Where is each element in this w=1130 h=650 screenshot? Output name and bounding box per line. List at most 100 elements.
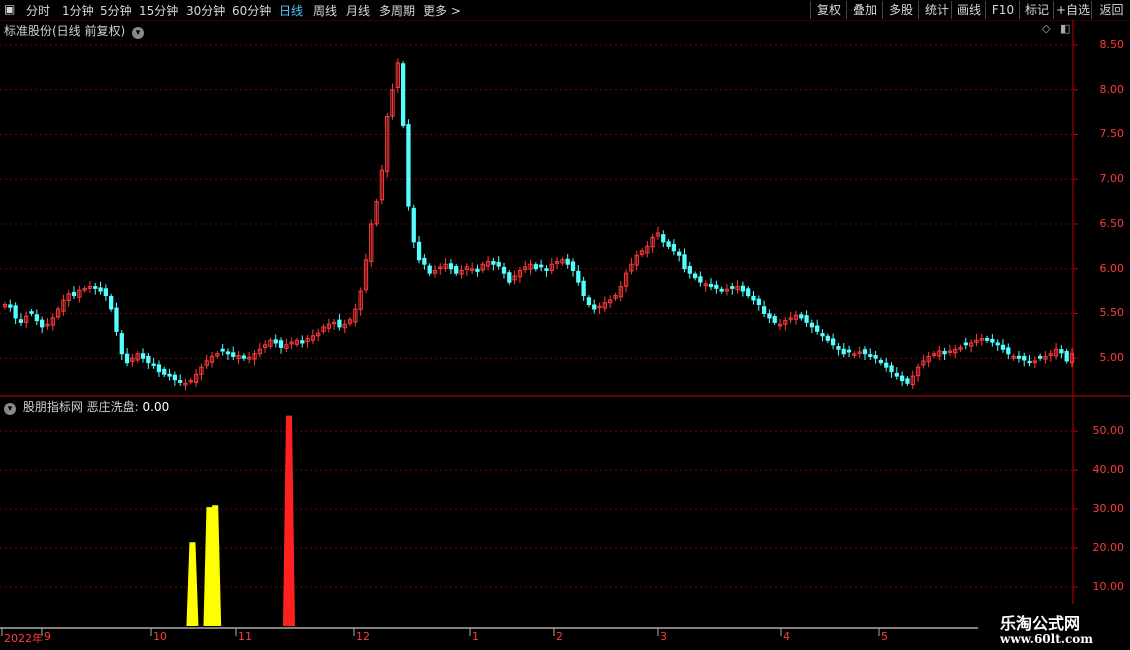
indicator-tick-label: 20.00	[1092, 541, 1125, 555]
candle-body	[576, 270, 581, 283]
candle-body	[687, 265, 692, 274]
candle-body	[751, 295, 756, 301]
candle-body	[501, 266, 507, 274]
candle-body	[894, 372, 899, 377]
candle-body	[1027, 360, 1032, 364]
candle-body	[533, 264, 538, 270]
month-label: 3	[660, 630, 667, 643]
candle-body	[1022, 355, 1027, 361]
candle-body	[873, 355, 878, 359]
candle-body	[692, 273, 698, 279]
candle-body	[178, 380, 183, 383]
candle-body	[809, 322, 815, 328]
candle-body	[990, 338, 995, 343]
indicator-bar	[186, 542, 199, 626]
month-label: 2	[556, 630, 563, 643]
month-label: 12	[356, 630, 370, 643]
candle-body	[109, 295, 114, 310]
candle-body	[841, 348, 846, 355]
candle-body	[241, 355, 247, 359]
candle-body	[273, 339, 278, 344]
kline-chart[interactable]	[0, 0, 1130, 650]
candle-body	[878, 359, 884, 364]
indicator-tick-label: 40.00	[1092, 463, 1125, 477]
price-tick-label: 8.00	[1099, 82, 1125, 96]
candle-body	[172, 374, 178, 381]
candle-body	[1059, 349, 1064, 354]
candle-body	[114, 307, 119, 332]
candle-body	[830, 338, 836, 346]
candle-body	[34, 314, 39, 322]
candle-body	[836, 346, 841, 350]
candle-body	[719, 288, 724, 292]
candle-body	[278, 340, 284, 348]
candle-body	[761, 306, 767, 314]
candle-body	[71, 291, 77, 297]
candle-body	[13, 305, 18, 319]
candle-body	[804, 315, 809, 323]
candle-body	[884, 362, 889, 368]
candle-body	[756, 298, 761, 306]
candle-body	[825, 335, 830, 341]
candle-body	[140, 353, 146, 359]
candle-body	[942, 350, 947, 355]
candle-body	[416, 241, 422, 261]
candle-body	[1000, 344, 1006, 350]
price-tick-label: 5.00	[1099, 351, 1125, 365]
candle-body	[300, 340, 305, 344]
candle-body	[475, 268, 480, 272]
candle-body	[592, 304, 597, 310]
month-label: 4	[783, 630, 790, 643]
candle-body	[162, 368, 167, 375]
price-tick-label: 7.50	[1099, 127, 1125, 141]
candle-body	[491, 261, 496, 265]
candle-body	[570, 261, 576, 271]
candle-body	[225, 351, 231, 355]
candle-body	[507, 272, 512, 283]
candle-body	[698, 276, 703, 283]
candle-body	[220, 348, 225, 352]
candle-body	[406, 124, 411, 207]
candle-body	[868, 354, 873, 357]
month-label: 1	[472, 630, 479, 643]
candle-body	[995, 342, 1000, 346]
month-label: 2022年	[4, 632, 43, 645]
candle-body	[496, 261, 501, 267]
candle-body	[899, 375, 905, 382]
candle-body	[231, 352, 236, 357]
candle-body	[422, 257, 427, 265]
candle-body	[730, 286, 735, 289]
candle-body	[963, 342, 968, 346]
candle-body	[767, 313, 772, 319]
candle-body	[539, 264, 544, 268]
candle-body	[714, 284, 719, 289]
month-label: 11	[238, 630, 252, 643]
price-tick-label: 8.50	[1099, 37, 1125, 51]
candle-body	[146, 355, 151, 364]
candle-body	[677, 251, 682, 256]
candle-body	[427, 265, 432, 274]
candle-body	[984, 338, 990, 341]
candle-body	[29, 311, 34, 314]
month-label: 9	[44, 630, 51, 643]
indicator-bar	[283, 415, 296, 626]
candle-body	[746, 288, 751, 297]
candle-body	[846, 349, 852, 353]
candle-body	[167, 373, 172, 377]
indicator-tick-label: 10.00	[1092, 580, 1125, 594]
candle-body	[815, 325, 820, 332]
candle-body	[1038, 355, 1043, 359]
price-tick-label: 6.00	[1099, 261, 1125, 275]
candle-body	[661, 234, 666, 243]
candle-body	[671, 244, 677, 252]
candle-body	[454, 265, 459, 274]
candle-body	[889, 365, 894, 373]
watermark-url: www.60lt.com	[1000, 632, 1093, 646]
indicator-tick-label: 30.00	[1092, 502, 1125, 516]
candle-body	[905, 378, 910, 384]
candle-body	[1006, 347, 1011, 355]
candle-body	[8, 304, 13, 308]
candle-body	[772, 316, 777, 323]
candle-body	[565, 258, 570, 265]
price-tick-label: 7.00	[1099, 172, 1125, 186]
